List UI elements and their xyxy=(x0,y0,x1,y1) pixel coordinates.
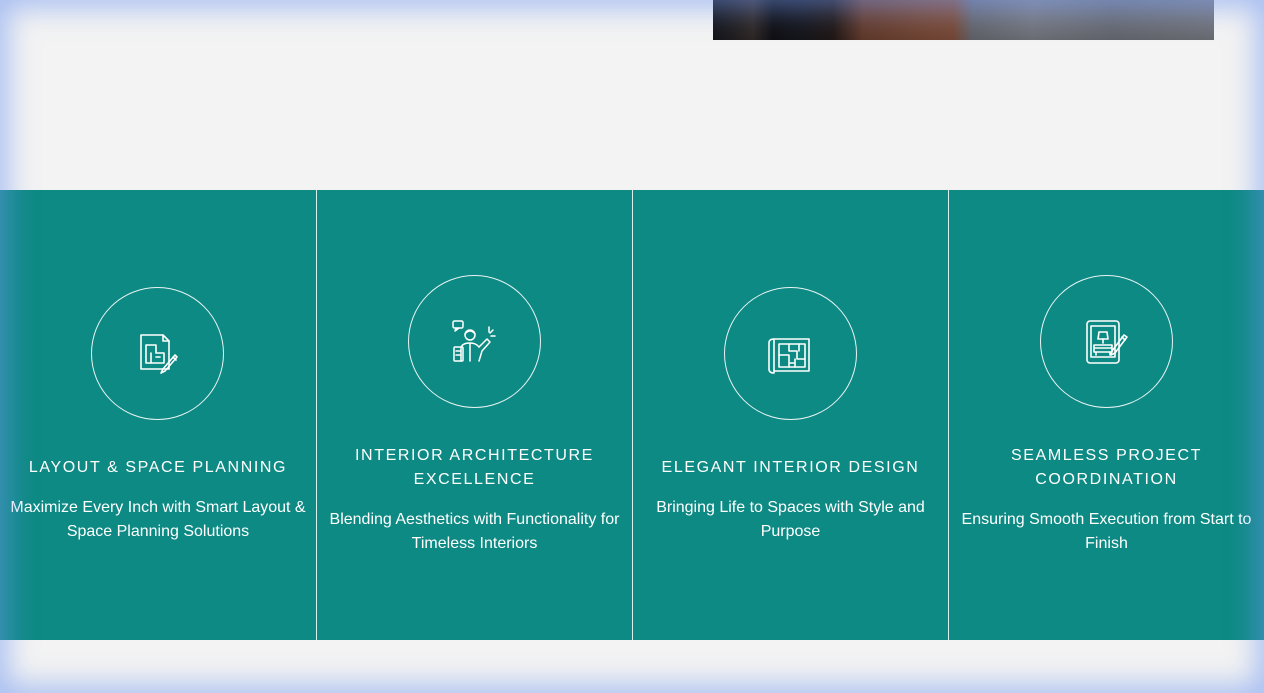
floor-plan-pencil-icon xyxy=(139,333,178,374)
icon-circle xyxy=(723,287,857,420)
service-title: SEAMLESS PROJECT COORDINATION xyxy=(1011,447,1202,488)
service-title: LAYOUT & SPACE PLANNING xyxy=(28,459,288,476)
service-title: INTERIOR ARCHITECTURE EXCELLENCE xyxy=(355,447,594,488)
hero-image xyxy=(713,0,1214,40)
icon-circle xyxy=(1039,275,1173,408)
service-card-interior-architecture: INTERIOR ARCHITECTURE EXCELLENCE Blendin… xyxy=(316,190,632,640)
icon-circle xyxy=(91,287,224,420)
tablet-design-icon xyxy=(1086,319,1128,364)
service-card-project-coordination: SEAMLESS PROJECT COORDINATION Ensuring S… xyxy=(948,190,1264,640)
icon-circle xyxy=(407,275,541,408)
blueprint-icon xyxy=(768,337,810,374)
service-card-interior-design: ELEGANT INTERIOR DESIGN Bringing Life to… xyxy=(632,190,948,640)
architect-person-icon xyxy=(452,319,496,362)
service-description: Ensuring Smooth Execution from Start to … xyxy=(961,511,1252,552)
service-description: Bringing Life to Spaces with Style and P… xyxy=(656,499,925,540)
services-section: LAYOUT & SPACE PLANNING Maximize Every I… xyxy=(0,190,1264,640)
service-description: Blending Aesthetics with Functionality f… xyxy=(329,511,620,552)
service-description: Maximize Every Inch with Smart Layout & … xyxy=(10,499,306,540)
service-title: ELEGANT INTERIOR DESIGN xyxy=(661,459,920,476)
service-card-layout-planning: LAYOUT & SPACE PLANNING Maximize Every I… xyxy=(0,190,316,640)
